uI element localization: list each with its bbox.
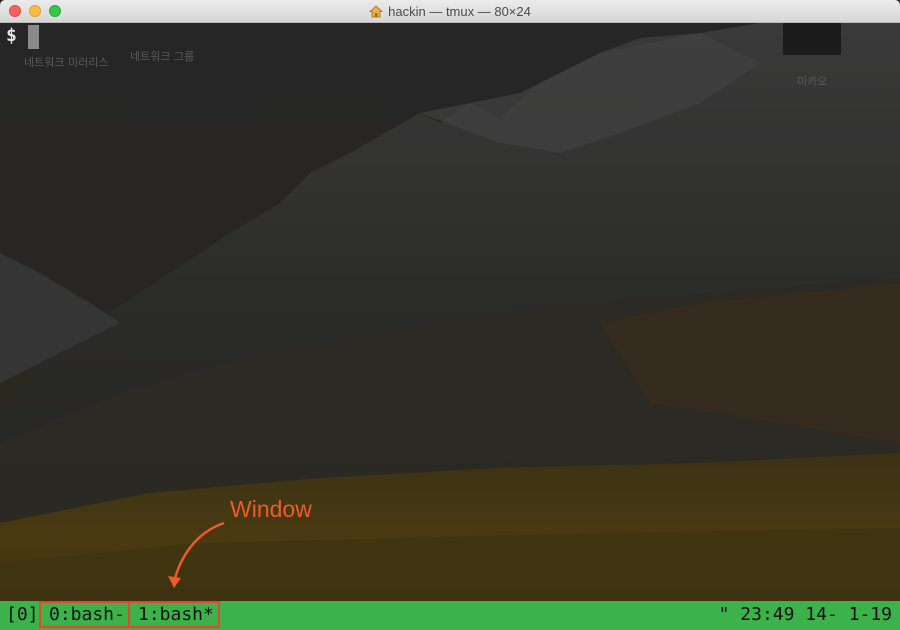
annotation-label: Window bbox=[230, 496, 312, 522]
window-title-text: hackin — tmux — 80×24 bbox=[388, 4, 531, 19]
annotation-arrow-icon bbox=[168, 521, 225, 588]
window-title: hackin — tmux — 80×24 bbox=[0, 0, 900, 23]
terminal-pane[interactable]: 네트워크 미러리스 네트워크 그룹 미카오 $ Window [0] 0:bas… bbox=[0, 23, 900, 630]
terminal-window: hackin — tmux — 80×24 네트워크 미러리스 네트워크 그룹 … bbox=[0, 0, 900, 630]
desktop-icon-label: 네트워크 미러리스 bbox=[24, 56, 109, 69]
tmux-session-name: [0] bbox=[6, 604, 39, 625]
desktop-icon-label: 네트워크 그룹 bbox=[130, 50, 195, 63]
window-highlight-box bbox=[39, 601, 130, 628]
title-bar[interactable]: hackin — tmux — 80×24 bbox=[0, 0, 900, 23]
shell-prompt: $ bbox=[6, 25, 17, 46]
home-icon bbox=[369, 5, 384, 18]
desktop-wallpaper bbox=[0, 23, 900, 630]
window-highlight-box bbox=[128, 601, 220, 628]
terminal-cursor bbox=[28, 25, 39, 49]
tmux-status-bar: [0] 0:bash- 1:bash* " 23:49 14- 1-19 bbox=[0, 601, 900, 630]
tmux-status-right: " 23:49 14- 1-19 bbox=[718, 604, 892, 625]
desktop-icon-tile bbox=[783, 23, 841, 55]
desktop-icon-label: 미카오 bbox=[797, 75, 828, 88]
